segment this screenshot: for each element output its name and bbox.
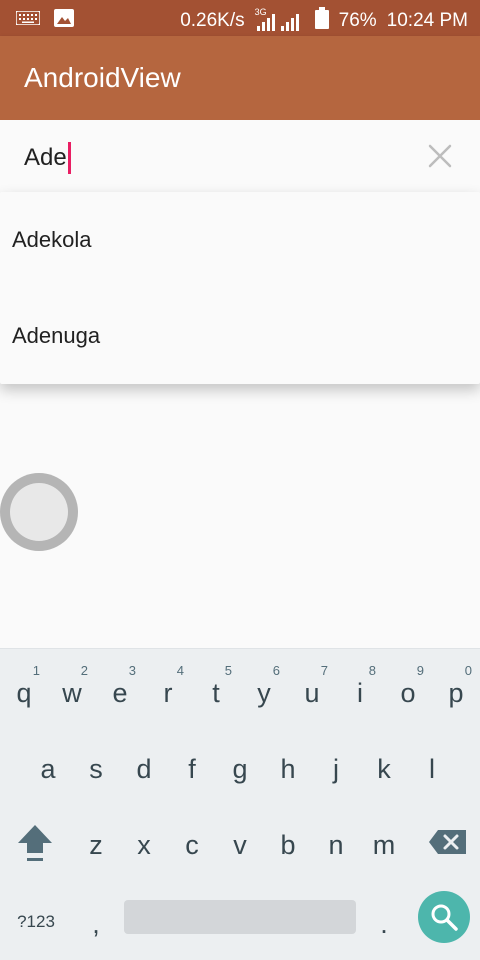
key-label: w — [62, 678, 82, 708]
key-label: x — [137, 830, 151, 860]
key-label: t — [212, 678, 220, 708]
search-icon — [430, 903, 458, 936]
key-v[interactable]: v — [216, 803, 264, 879]
key-hint: 7 — [320, 663, 328, 678]
keyboard-row-3: z x c v b n m — [0, 803, 480, 879]
key-n[interactable]: n — [312, 803, 360, 879]
key-label: n — [328, 830, 344, 860]
signal-icon: 3G — [255, 7, 305, 32]
status-bar: 0.26K/s 3G 76% 10:24 PM — [0, 0, 480, 36]
key-d[interactable]: d — [120, 727, 168, 803]
key-label: s — [89, 754, 103, 784]
key-label: j — [333, 754, 339, 784]
suggestions-dropdown: Adekola Adenuga — [0, 192, 480, 384]
shift-key[interactable] — [8, 803, 60, 879]
key-label: , — [92, 909, 100, 939]
key-label: v — [233, 830, 247, 860]
spacebar[interactable] — [124, 900, 356, 934]
key-q[interactable]: 1q — [0, 651, 48, 727]
key-r[interactable]: 4r — [144, 651, 192, 727]
suggestion-item-adekola[interactable]: Adekola — [0, 192, 480, 288]
key-label: a — [40, 754, 56, 784]
key-label: u — [304, 678, 320, 708]
keyboard-row-1: 1q 2w 3e 4r 5t 6y 7u 8i 9o 0p — [0, 651, 480, 727]
keyboard-icon — [15, 10, 41, 30]
key-o[interactable]: 9o — [384, 651, 432, 727]
key-c[interactable]: c — [168, 803, 216, 879]
key-w[interactable]: 2w — [48, 651, 96, 727]
suggestion-item-adenuga[interactable]: Adenuga — [0, 288, 480, 384]
key-label: y — [257, 678, 271, 708]
loading-indicator — [0, 473, 78, 551]
search-bar[interactable]: Ade — [0, 120, 480, 192]
key-s[interactable]: s — [72, 727, 120, 803]
key-label: o — [400, 678, 416, 708]
search-input[interactable]: Ade — [24, 142, 71, 174]
key-label: f — [188, 754, 196, 784]
key-label: . — [380, 909, 388, 939]
key-label: q — [16, 678, 32, 708]
key-hint: 8 — [368, 663, 376, 678]
key-hint: 9 — [416, 663, 424, 678]
clock: 10:24 PM — [386, 10, 468, 31]
key-y[interactable]: 6y — [240, 651, 288, 727]
search-input-value: Ade — [24, 144, 67, 171]
key-hint: 5 — [224, 663, 232, 678]
symbols-key[interactable]: ?123 — [6, 879, 66, 955]
search-key[interactable] — [418, 891, 470, 943]
key-label: r — [163, 678, 173, 708]
key-label: e — [112, 678, 128, 708]
key-e[interactable]: 3e — [96, 651, 144, 727]
key-label: b — [280, 830, 296, 860]
key-t[interactable]: 5t — [192, 651, 240, 727]
key-x[interactable]: x — [120, 803, 168, 879]
loading-indicator-inner — [10, 483, 68, 541]
battery-level: 76% — [338, 10, 377, 31]
key-label: ?123 — [17, 912, 55, 931]
key-hint: 1 — [32, 663, 40, 678]
battery-icon — [314, 7, 329, 35]
key-label: c — [185, 830, 199, 860]
image-icon — [54, 9, 74, 32]
key-j[interactable]: j — [312, 727, 360, 803]
key-label: k — [377, 754, 391, 784]
key-label: h — [280, 754, 296, 784]
key-u[interactable]: 7u — [288, 651, 336, 727]
key-hint: 3 — [128, 663, 136, 678]
network-speed: 0.26K/s — [180, 10, 245, 31]
key-p[interactable]: 0p — [432, 651, 480, 727]
app-title: AndroidView — [24, 62, 181, 93]
key-f[interactable]: f — [168, 727, 216, 803]
key-hint: 4 — [176, 663, 184, 678]
backspace-icon — [428, 829, 468, 862]
key-z[interactable]: z — [72, 803, 120, 879]
key-hint: 0 — [464, 663, 472, 678]
text-cursor — [67, 142, 71, 174]
key-hint: 2 — [80, 663, 88, 678]
key-g[interactable]: g — [216, 727, 264, 803]
key-label: d — [136, 754, 152, 784]
key-l[interactable]: l — [408, 727, 456, 803]
key-label: l — [429, 754, 435, 784]
shift-icon — [16, 823, 54, 870]
backspace-key[interactable] — [420, 803, 476, 879]
close-icon[interactable] — [426, 142, 454, 170]
key-label: m — [372, 830, 396, 860]
key-hint: 6 — [272, 663, 280, 678]
soft-keyboard: 1q 2w 3e 4r 5t 6y 7u 8i 9o 0p a s d f g … — [0, 648, 480, 960]
key-label: z — [89, 830, 103, 860]
key-b[interactable]: b — [264, 803, 312, 879]
key-label: i — [357, 678, 363, 708]
key-k[interactable]: k — [360, 727, 408, 803]
key-period[interactable]: . — [360, 879, 408, 955]
key-a[interactable]: a — [24, 727, 72, 803]
key-comma[interactable]: , — [72, 879, 120, 955]
key-i[interactable]: 8i — [336, 651, 384, 727]
key-label: g — [232, 754, 248, 784]
key-m[interactable]: m — [360, 803, 408, 879]
app-bar: AndroidView — [0, 36, 480, 120]
key-h[interactable]: h — [264, 727, 312, 803]
key-label: p — [448, 678, 464, 708]
keyboard-row-2: a s d f g h j k l — [0, 727, 480, 803]
